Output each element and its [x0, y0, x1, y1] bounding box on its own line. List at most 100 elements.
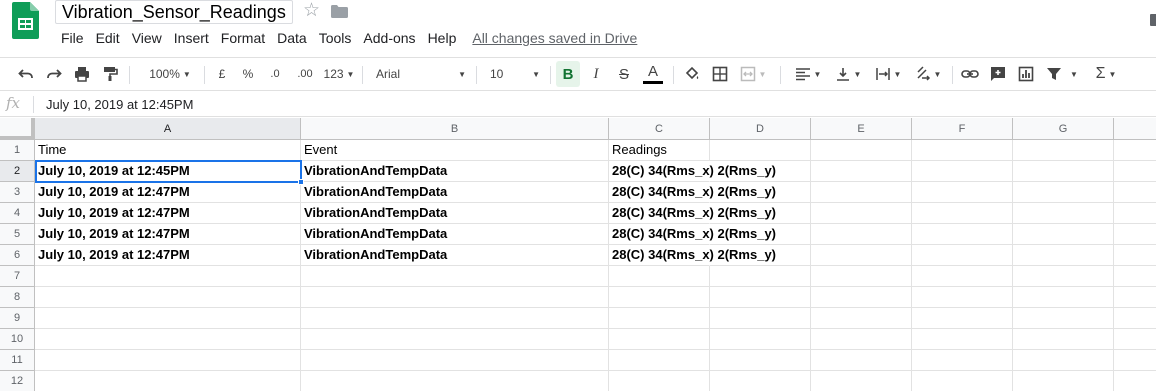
row-header[interactable]: 7 — [0, 266, 35, 287]
cell-f6[interactable] — [912, 245, 1013, 266]
row-header[interactable]: 6 — [0, 245, 35, 266]
cell-b4[interactable]: VibrationAndTempData — [301, 203, 609, 224]
cell-d3[interactable] — [710, 182, 811, 203]
cell-d5[interactable] — [710, 224, 811, 245]
cell-e7[interactable] — [811, 266, 912, 287]
cell-f12[interactable] — [912, 371, 1013, 391]
cell-h8[interactable] — [1114, 287, 1156, 308]
cell-h9[interactable] — [1114, 308, 1156, 329]
cell-e5[interactable] — [811, 224, 912, 245]
cell-d4[interactable] — [710, 203, 811, 224]
cell-h10[interactable] — [1114, 329, 1156, 350]
currency-format-button[interactable]: £ — [212, 58, 232, 90]
cell-c1[interactable]: Readings — [609, 140, 710, 161]
text-wrap-icon[interactable]: ▼ — [870, 58, 906, 90]
cell-c8[interactable] — [609, 287, 710, 308]
cell-b6[interactable]: VibrationAndTempData — [301, 245, 609, 266]
cell-a9[interactable] — [35, 308, 301, 329]
menu-view[interactable]: View — [126, 28, 168, 48]
cell-d8[interactable] — [710, 287, 811, 308]
cell-c6[interactable]: 28(C) 34(Rms_x) 2(Rms_y) — [609, 245, 776, 266]
cell-f11[interactable] — [912, 350, 1013, 371]
cell-d12[interactable] — [710, 371, 811, 391]
select-all-corner[interactable] — [0, 118, 35, 140]
cell-c12[interactable] — [609, 371, 710, 391]
column-header-g[interactable]: G — [1013, 118, 1114, 140]
cell-h4[interactable] — [1114, 203, 1156, 224]
cell-h12[interactable] — [1114, 371, 1156, 391]
redo-icon[interactable] — [42, 58, 66, 90]
bold-icon[interactable]: B — [556, 61, 580, 87]
cell-f7[interactable] — [912, 266, 1013, 287]
link-icon[interactable] — [958, 58, 982, 90]
row-header[interactable]: 5 — [0, 224, 35, 245]
cell-a7[interactable] — [35, 266, 301, 287]
cell-g8[interactable] — [1013, 287, 1114, 308]
percent-format-button[interactable]: % — [238, 58, 258, 90]
cell-f4[interactable] — [912, 203, 1013, 224]
cell-f9[interactable] — [912, 308, 1013, 329]
document-title[interactable]: Vibration_Sensor_Readings — [55, 0, 293, 24]
cell-e4[interactable] — [811, 203, 912, 224]
cell-g9[interactable] — [1013, 308, 1114, 329]
cell-e11[interactable] — [811, 350, 912, 371]
cell-c11[interactable] — [609, 350, 710, 371]
column-header-c[interactable]: C — [609, 118, 710, 140]
more-formats-button[interactable]: 123 ▼ — [322, 58, 356, 90]
menu-edit[interactable]: Edit — [90, 28, 126, 48]
cell-b9[interactable] — [301, 308, 609, 329]
horizontal-align-icon[interactable]: ▼ — [790, 58, 826, 90]
menu-tools[interactable]: Tools — [313, 28, 358, 48]
row-header[interactable]: 10 — [0, 329, 35, 350]
cell-c10[interactable] — [609, 329, 710, 350]
text-color-icon[interactable]: A — [640, 58, 666, 90]
menu-addons[interactable]: Add-ons — [357, 28, 421, 48]
cell-b5[interactable]: VibrationAndTempData — [301, 224, 609, 245]
cell-b7[interactable] — [301, 266, 609, 287]
cell-g2[interactable] — [1013, 161, 1114, 182]
zoom-select[interactable]: 100% ▼ — [140, 58, 200, 90]
borders-icon[interactable] — [708, 58, 732, 90]
cell-c9[interactable] — [609, 308, 710, 329]
cell-g6[interactable] — [1013, 245, 1114, 266]
comments-history-icon[interactable] — [1150, 14, 1156, 26]
row-header[interactable]: 4 — [0, 203, 35, 224]
cell-b11[interactable] — [301, 350, 609, 371]
strikethrough-icon[interactable]: S — [612, 58, 636, 90]
cell-b2[interactable]: VibrationAndTempData — [301, 161, 609, 182]
cell-a6[interactable]: July 10, 2019 at 12:47PM — [35, 245, 301, 266]
cell-g10[interactable] — [1013, 329, 1114, 350]
merge-cells-icon[interactable]: ▼ — [736, 58, 770, 90]
cell-f8[interactable] — [912, 287, 1013, 308]
cell-h7[interactable] — [1114, 266, 1156, 287]
cell-b12[interactable] — [301, 371, 609, 391]
column-header-h[interactable] — [1114, 118, 1156, 140]
cell-c3[interactable]: 28(C) 34(Rms_x) 2(Rms_y) — [609, 182, 776, 203]
sheets-logo-icon[interactable] — [12, 2, 39, 39]
vertical-align-icon[interactable]: ▼ — [830, 58, 866, 90]
cell-a5[interactable]: July 10, 2019 at 12:47PM — [35, 224, 301, 245]
cell-c7[interactable] — [609, 266, 710, 287]
cell-d7[interactable] — [710, 266, 811, 287]
cell-g5[interactable] — [1013, 224, 1114, 245]
cell-e9[interactable] — [811, 308, 912, 329]
menu-data[interactable]: Data — [271, 28, 313, 48]
cell-b10[interactable] — [301, 329, 609, 350]
cell-e8[interactable] — [811, 287, 912, 308]
column-header-d[interactable]: D — [710, 118, 811, 140]
cell-f5[interactable] — [912, 224, 1013, 245]
cell-h3[interactable] — [1114, 182, 1156, 203]
cell-a4[interactable]: July 10, 2019 at 12:47PM — [35, 203, 301, 224]
cell-d1[interactable] — [710, 140, 811, 161]
fill-handle[interactable] — [298, 179, 304, 185]
save-status-link[interactable]: All changes saved in Drive — [472, 28, 637, 48]
row-header[interactable]: 9 — [0, 308, 35, 329]
row-header[interactable]: 8 — [0, 287, 35, 308]
cell-e6[interactable] — [811, 245, 912, 266]
undo-icon[interactable] — [14, 58, 38, 90]
formula-input[interactable]: July 10, 2019 at 12:45PM — [46, 97, 193, 112]
print-icon[interactable] — [70, 58, 94, 90]
cell-h1[interactable] — [1114, 140, 1156, 161]
column-header-a[interactable]: A — [35, 118, 301, 140]
cell-c2[interactable]: 28(C) 34(Rms_x) 2(Rms_y) — [609, 161, 776, 182]
